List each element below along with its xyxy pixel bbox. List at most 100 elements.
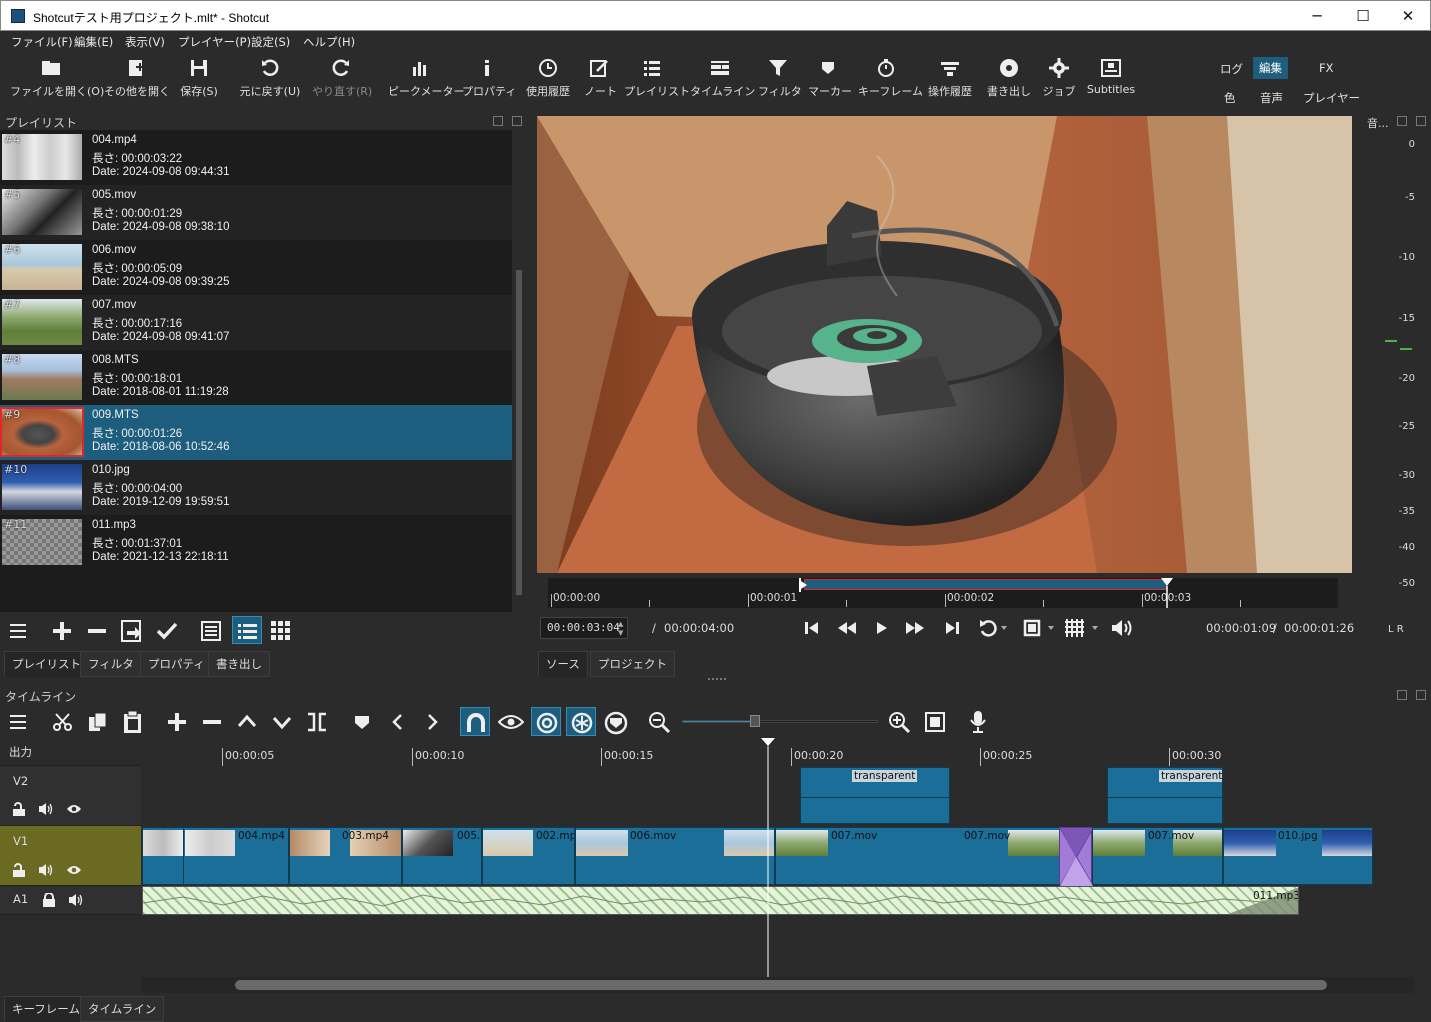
grid-icon[interactable] <box>1064 617 1100 639</box>
split-icon[interactable] <box>306 711 328 733</box>
audio-clip[interactable]: 011.mp3 <box>142 886 1299 915</box>
undo-button[interactable]: 元に戻す(U) <box>238 57 302 99</box>
layout-log[interactable]: ログ <box>1214 59 1249 79</box>
add-icon[interactable] <box>52 621 72 641</box>
tab-project[interactable]: プロジェクト <box>590 651 675 677</box>
lock-open-icon[interactable] <box>12 863 26 877</box>
timeline-clip[interactable]: transparent <box>800 767 950 824</box>
menu-icon[interactable] <box>10 622 32 640</box>
zoom-slider[interactable] <box>682 715 878 727</box>
timeline-clip[interactable]: 004.mp4 <box>142 827 289 885</box>
timeline-clip[interactable]: 006.mov <box>575 827 775 885</box>
in-point-icon[interactable] <box>798 578 808 592</box>
zoom-slider-handle[interactable] <box>750 715 760 727</box>
a1-track-header[interactable]: A1 <box>0 886 141 915</box>
jobs-button[interactable]: ジョブ <box>1042 57 1076 99</box>
lock-closed-icon[interactable] <box>42 893 56 907</box>
tab-timeline[interactable]: タイムライン <box>80 996 165 1022</box>
paste-icon[interactable] <box>122 710 144 734</box>
tab-export[interactable]: 書き出し <box>208 651 270 677</box>
previous-marker-icon[interactable] <box>388 712 408 732</box>
timeline-clip[interactable]: 005.n <box>402 827 482 885</box>
speaker-icon[interactable] <box>38 863 54 877</box>
menu-player[interactable]: プレイヤー(P) <box>178 34 251 50</box>
float-icon[interactable] <box>1397 116 1407 126</box>
playhead-icon[interactable] <box>1160 578 1174 608</box>
menu-edit[interactable]: 編集(E) <box>74 34 113 50</box>
timeline-ruler[interactable]: 00:00:05 00:00:10 00:00:15 00:00:20 00:0… <box>141 738 1373 766</box>
menu-view[interactable]: 表示(V) <box>125 34 165 50</box>
close-panel-icon[interactable] <box>512 116 522 126</box>
timeline-clip[interactable]: 007.mov 007.mov <box>775 827 1060 885</box>
fast-forward-icon[interactable] <box>904 620 926 636</box>
speaker-icon[interactable] <box>38 802 54 816</box>
timeline-clip[interactable]: 010.jpg <box>1223 827 1373 885</box>
output-track-header[interactable]: 出力 <box>0 738 141 766</box>
tab-keyframes[interactable]: キーフレーム <box>4 996 88 1022</box>
volume-icon[interactable] <box>1110 618 1134 638</box>
list-item[interactable]: #11 011.mp3 長さ: 00:01:37:01 Date: 2021-1… <box>0 515 512 570</box>
zoom-fit-icon[interactable] <box>924 711 946 733</box>
list-item[interactable]: #8 008.MTS 長さ: 00:00:18:01 Date: 2018-08… <box>0 350 512 405</box>
timeline-clip[interactable]: 002.mp4 <box>482 827 575 885</box>
lock-open-icon[interactable] <box>12 802 26 816</box>
transition-clip[interactable] <box>1059 827 1094 887</box>
timeline-button[interactable]: タイムライン <box>690 57 755 99</box>
layout-color[interactable]: 色 <box>1218 88 1242 108</box>
cut-icon[interactable] <box>52 711 74 733</box>
export-button[interactable]: 書き出し <box>986 57 1032 99</box>
next-marker-icon[interactable] <box>422 712 442 732</box>
float-icon[interactable] <box>1397 690 1407 700</box>
ripple-button[interactable] <box>531 707 561 736</box>
layout-player[interactable]: プレイヤー <box>1297 88 1366 108</box>
subtitles-button[interactable]: Subtitles <box>1086 57 1136 96</box>
table-view-icon[interactable] <box>200 620 222 642</box>
maximize-button[interactable]: ☐ <box>1340 1 1386 31</box>
scrollbar-thumb[interactable] <box>235 980 1327 990</box>
splitter-handle[interactable] <box>708 678 726 681</box>
timeline-clip[interactable]: 003.mp4 <box>289 827 402 885</box>
list-item[interactable]: #6 006.mov 長さ: 00:00:05:09 Date: 2024-09… <box>0 240 512 295</box>
ripple-all-tracks-button[interactable] <box>566 707 596 736</box>
filters-button[interactable]: フィルタ <box>758 57 802 99</box>
list-item[interactable]: #4 004.mp4 長さ: 00:00:03:22 Date: 2024-09… <box>0 130 512 185</box>
scrub-eye-icon[interactable] <box>498 712 524 732</box>
list-item-selected[interactable]: #9 009.MTS 長さ: 00:00:01:26 Date: 2018-08… <box>0 405 512 460</box>
float-icon[interactable] <box>493 116 503 126</box>
zoom-out-icon[interactable] <box>648 711 672 733</box>
eye-icon[interactable] <box>66 803 82 815</box>
append-icon[interactable] <box>167 712 187 732</box>
layout-audio[interactable]: 音声 <box>1254 88 1289 108</box>
menu-help[interactable]: ヘルプ(H) <box>303 34 355 50</box>
list-item[interactable]: #10 010.jpg 長さ: 00:00:04:00 Date: 2019-1… <box>0 460 512 515</box>
keyframes-button[interactable]: キーフレーム <box>858 57 923 99</box>
menu-settings[interactable]: 設定(S) <box>251 34 290 50</box>
details-view-button[interactable] <box>232 616 262 644</box>
play-icon[interactable] <box>874 620 890 636</box>
loop-icon[interactable] <box>978 618 1008 638</box>
update-icon[interactable] <box>121 619 145 643</box>
properties-button[interactable]: プロパティ <box>462 57 516 99</box>
close-button[interactable]: ✕ <box>1385 1 1431 31</box>
list-item[interactable]: #7 007.mov 長さ: 00:00:17:16 Date: 2024-09… <box>0 295 512 350</box>
save-button[interactable]: 保存(S) <box>178 57 220 99</box>
rewind-icon[interactable] <box>836 620 858 636</box>
spinner-down-icon[interactable]: ▼ <box>618 629 623 637</box>
microphone-icon[interactable] <box>968 710 988 734</box>
eye-icon[interactable] <box>66 864 82 876</box>
remove-icon[interactable] <box>87 621 107 641</box>
video-preview[interactable] <box>537 116 1352 573</box>
actions-button[interactable]: 操作履歴 <box>924 57 976 99</box>
minimize-button[interactable]: ─ <box>1294 1 1340 31</box>
close-panel-icon[interactable] <box>1416 116 1426 126</box>
menu-file[interactable]: ファイル(F) <box>11 34 73 50</box>
peak-meter-button[interactable]: ピークメーター <box>388 57 465 99</box>
tab-filters[interactable]: フィルタ <box>80 651 142 677</box>
v1-track-header-selected[interactable]: V1 <box>0 826 141 886</box>
list-item[interactable]: #5 005.mov 長さ: 00:00:01:29 Date: 2024-09… <box>0 185 512 240</box>
layout-fx[interactable]: FX <box>1313 59 1340 77</box>
playlist-scrollbar[interactable] <box>514 130 524 612</box>
skip-previous-icon[interactable] <box>804 620 820 636</box>
remove-icon[interactable] <box>202 712 222 732</box>
snap-button[interactable] <box>460 707 490 736</box>
